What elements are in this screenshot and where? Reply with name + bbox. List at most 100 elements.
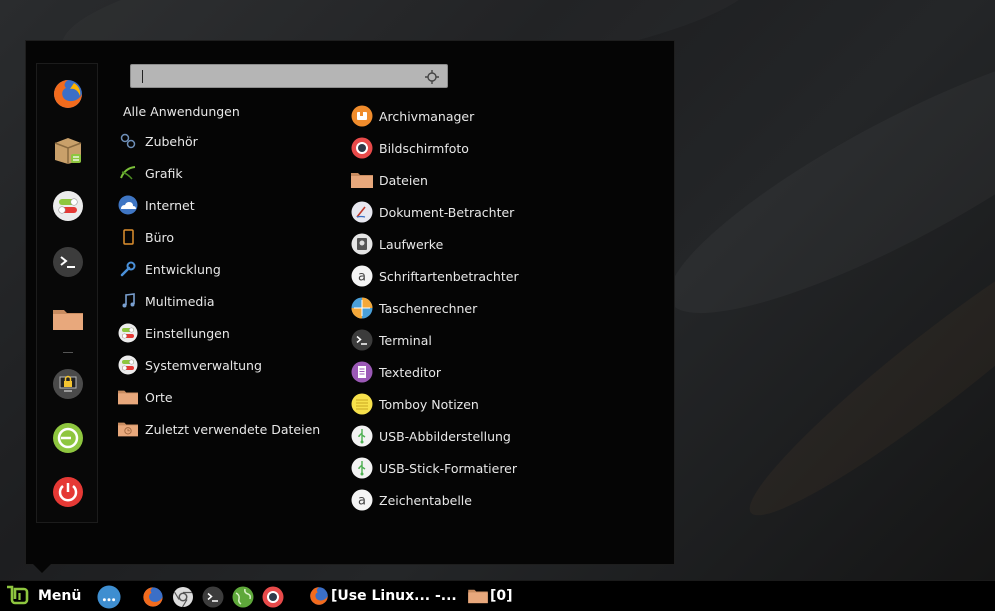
document-icon [118, 227, 138, 247]
usb-icon [351, 457, 373, 479]
app-laufwerke[interactable]: Laufwerke [351, 231, 443, 257]
app-label: Dateien [379, 172, 428, 188]
category-systemverwaltung[interactable]: Systemverwaltung [118, 352, 262, 378]
favorite-settings[interactable] [52, 190, 84, 222]
category-label: Systemverwaltung [145, 357, 262, 373]
app-bildschirmfoto[interactable]: Bildschirmfoto [351, 135, 469, 161]
app-zeichentabelle[interactable]: a Zeichentabelle [351, 487, 472, 513]
app-label: Taschenrechner [379, 300, 478, 316]
favorite-lock-screen[interactable] [52, 368, 84, 400]
terminal-icon [351, 329, 373, 351]
firefox-icon [143, 587, 163, 607]
music-note-icon [118, 291, 138, 311]
lock-screen-icon [53, 369, 83, 399]
menu-label: Menü [38, 588, 82, 604]
app-archivmanager[interactable]: Archivmanager [351, 103, 474, 129]
favorites-bar [36, 63, 98, 523]
folder-icon [118, 387, 138, 407]
window-button-files[interactable]: [0] [468, 584, 513, 608]
terminal-icon [53, 247, 83, 277]
app-label: Tomboy Notizen [379, 396, 479, 412]
search-icon [425, 70, 439, 84]
launcher-browser[interactable] [231, 585, 255, 609]
wrench-icon [118, 259, 138, 279]
category-buero[interactable]: Büro [118, 224, 174, 250]
app-terminal[interactable]: Terminal [351, 327, 432, 353]
font-icon: a [351, 489, 373, 511]
category-zubehoer[interactable]: Zubehör [118, 128, 198, 154]
category-label: Zuletzt verwendete Dateien [145, 421, 321, 437]
category-einstellungen[interactable]: Einstellungen [118, 320, 230, 346]
window-button-firefox[interactable]: [Use Linux... -... [309, 584, 457, 608]
launcher-screenshot[interactable] [261, 585, 285, 609]
favorites-separator [63, 352, 73, 353]
app-usb-abbilderstellung[interactable]: USB-Abbilderstellung [351, 423, 511, 449]
more-dots-icon [97, 585, 121, 609]
folder-icon [351, 169, 373, 191]
search-input[interactable] [139, 67, 409, 85]
favorite-software[interactable] [52, 134, 84, 166]
svg-text:a: a [358, 494, 366, 509]
globe-icon [232, 586, 254, 608]
background-streak [729, 189, 995, 541]
power-icon [53, 477, 83, 507]
mint-logo-icon [7, 585, 29, 605]
app-label: Archivmanager [379, 108, 475, 124]
category-label: Büro [145, 229, 175, 245]
search-box[interactable] [130, 64, 448, 88]
settings-toggle-icon [53, 191, 83, 221]
category-all-applications[interactable]: Alle Anwendungen [123, 104, 240, 119]
category-internet[interactable]: Internet [118, 192, 195, 218]
software-package-icon [54, 138, 82, 164]
launcher-chrome[interactable] [171, 585, 195, 609]
terminal-icon [202, 586, 224, 608]
pen-icon [118, 163, 138, 183]
archive-icon [351, 105, 373, 127]
category-label: Internet [145, 197, 195, 213]
category-label: Einstellungen [145, 325, 230, 341]
favorite-terminal[interactable] [52, 246, 84, 278]
disk-icon [351, 233, 373, 255]
category-entwicklung[interactable]: Entwicklung [118, 256, 221, 282]
usb-icon [351, 425, 373, 447]
favorite-power[interactable] [52, 476, 84, 508]
app-schriftartenbetrachter[interactable]: a Schriftartenbetrachter [351, 263, 519, 289]
category-label: Grafik [145, 165, 183, 181]
category-multimedia[interactable]: Multimedia [118, 288, 215, 314]
category-recent-files[interactable]: Zuletzt verwendete Dateien [118, 416, 320, 442]
category-label: Orte [145, 389, 173, 405]
app-label: Zeichentabelle [379, 492, 472, 508]
launcher-firefox[interactable] [141, 585, 165, 609]
app-label: Texteditor [379, 364, 442, 380]
font-icon: a [351, 265, 373, 287]
notes-icon [351, 393, 373, 415]
logout-icon [53, 423, 83, 453]
firefox-icon [54, 80, 82, 108]
favorite-firefox[interactable] [52, 78, 84, 110]
app-taschenrechner[interactable]: Taschenrechner [351, 295, 477, 321]
show-desktop-launcher[interactable] [97, 585, 121, 609]
app-dateien[interactable]: Dateien [351, 167, 428, 193]
app-dokument-betrachter[interactable]: Dokument-Betrachter [351, 199, 514, 225]
app-label: USB-Stick-Formatierer [379, 460, 518, 476]
menu-button[interactable]: Menü [6, 584, 81, 608]
app-label: Bildschirmfoto [379, 140, 469, 156]
toggle-settings-icon [118, 323, 138, 343]
camera-icon [262, 586, 284, 608]
launcher-terminal[interactable] [201, 585, 225, 609]
category-grafik[interactable]: Grafik [118, 160, 183, 186]
favorite-files[interactable] [52, 302, 84, 334]
category-label: Zubehör [145, 133, 198, 149]
calculator-icon [351, 297, 373, 319]
background-streak [642, 5, 995, 355]
app-tomboy-notizen[interactable]: Tomboy Notizen [351, 391, 479, 417]
chrome-icon [173, 587, 193, 608]
app-label: USB-Abbilderstellung [379, 428, 511, 444]
app-label: Laufwerke [379, 236, 444, 252]
app-texteditor[interactable]: Texteditor [351, 359, 441, 385]
app-usb-stick-formatierer[interactable]: USB-Stick-Formatierer [351, 455, 517, 481]
globe-cloud-icon [118, 195, 138, 215]
favorite-logout[interactable] [52, 422, 84, 454]
taskbar: Menü [Use Linux... -... [0] [0, 580, 995, 611]
category-orte[interactable]: Orte [118, 384, 173, 410]
